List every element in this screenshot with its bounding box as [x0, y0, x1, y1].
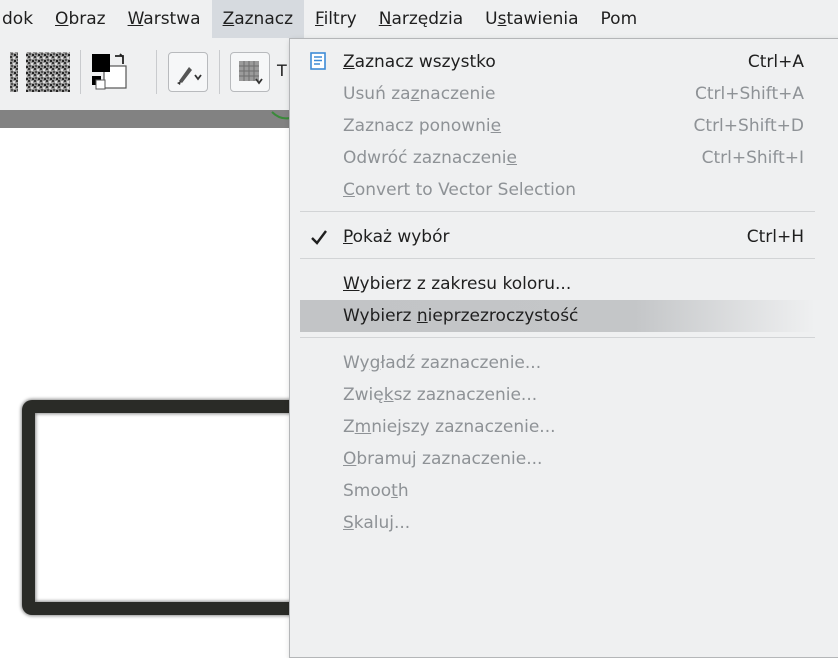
menu-item-label: Odwróć zaznaczenie: [343, 148, 517, 168]
menu-item-label: Skaluj...: [343, 513, 411, 533]
menubar-item-ustawienia[interactable]: Ustawienia: [474, 0, 589, 38]
menu-item-label: Pokaż wybór: [343, 227, 450, 247]
menu-item-convert-to-vector-selection[interactable]: Convert to Vector Selection: [300, 174, 815, 206]
toolbar-separator: [80, 50, 81, 94]
menu-item-wyg-adz-zaznaczenie[interactable]: Wygładź zaznaczenie...: [300, 347, 815, 379]
pattern-preset-button[interactable]: [230, 52, 270, 92]
menu-separator: [300, 211, 815, 212]
menu-item-label: Zmniejszy zaznaczenie...: [343, 417, 556, 437]
menu-item-obramuj-zaznaczenie[interactable]: Obramuj zaznaczenie...: [300, 443, 815, 475]
menu-item-shortcut: Ctrl+Shift+I: [701, 148, 804, 168]
brush-preset-button[interactable]: [168, 52, 208, 92]
menu-item-shortcut: Ctrl+Shift+A: [694, 84, 804, 104]
select-all-icon: [308, 51, 330, 78]
menu-item-zaznacz-ponownie[interactable]: Zaznacz ponownie Ctrl+Shift+D: [300, 110, 815, 142]
menu-item-label: Convert to Vector Selection: [343, 180, 577, 200]
menu-item-zaznacz-wszystko[interactable]: Zaznacz wszystko Ctrl+A: [300, 46, 815, 78]
menu-item-label: Obramuj zaznaczenie...: [343, 449, 543, 469]
zaznacz-dropdown-menu: Zaznacz wszystko Ctrl+A Usuń zaznaczenie Ct…: [289, 38, 838, 658]
pattern-swatch[interactable]: [10, 50, 72, 94]
menubar-item-warstwa[interactable]: Warstwa: [117, 0, 212, 38]
menu-item-shortcut: Ctrl+H: [746, 227, 804, 247]
checkmark-icon: [308, 226, 330, 253]
brush-icon: [177, 67, 202, 85]
menubar: dok Obraz Warstwa Zaznacz Filtry Narzędzia Ust…: [0, 0, 838, 39]
menubar-item-dok[interactable]: dok: [0, 0, 44, 38]
pattern-icon: [10, 52, 70, 92]
menu-item-smooth[interactable]: Smooth: [300, 475, 815, 507]
menubar-item-filtry[interactable]: Filtry: [304, 0, 368, 38]
toolbar-separator: [156, 50, 157, 94]
menu-item-odwroc-zaznaczenie[interactable]: Odwróć zaznaczenie Ctrl+Shift+I: [300, 142, 815, 174]
menu-item-zwieksz-zaznaczenie[interactable]: Zwiększ zaznaczenie...: [300, 379, 815, 411]
menu-item-usun-zaznaczenie[interactable]: Usuń zaznaczenie Ctrl+Shift+A: [300, 78, 815, 110]
menu-item-shortcut: Ctrl+A: [747, 52, 804, 72]
toolbar-partial-label: T: [277, 61, 287, 80]
menu-item-skaluj[interactable]: Skaluj...: [300, 507, 815, 539]
menu-item-wybierz-nieprzezroczystosc[interactable]: Wybierz nieprzezroczystość: [300, 300, 815, 332]
fg-bg-color-icon: [92, 53, 127, 90]
menu-item-wybierz-z-zakresu-koloru[interactable]: Wybierz z zakresu koloru...: [300, 268, 815, 300]
menu-item-label: Wygładź zaznaczenie...: [343, 353, 542, 373]
menu-item-label: Zwiększ zaznaczenie...: [343, 385, 538, 405]
menubar-item-narz-dzia[interactable]: Narzędzia: [368, 0, 474, 38]
menubar-item-obraz[interactable]: Obraz: [44, 0, 117, 38]
menu-item-zmniejszy-zaznaczenie[interactable]: Zmniejszy zaznaczenie...: [300, 411, 815, 443]
menu-item-label: Wybierz z zakresu koloru...: [343, 274, 572, 294]
menu-item-label: Usuń zaznaczenie: [343, 84, 496, 104]
menu-item-label: Wybierz nieprzezroczystość: [343, 306, 579, 326]
menubar-item-zaznacz[interactable]: Zaznacz: [211, 0, 305, 38]
toolbar-separator: [219, 50, 220, 94]
fg-bg-color-selector[interactable]: [90, 52, 132, 94]
menu-item-label: Smooth: [343, 481, 409, 501]
menu-separator: [300, 258, 815, 259]
menu-item-pokaz-wybor[interactable]: Pokaż wybór Ctrl+H: [300, 221, 815, 253]
menu-item-shortcut: Ctrl+Shift+D: [693, 116, 804, 136]
pattern-grid-icon: [239, 61, 263, 85]
menubar-item-pom[interactable]: Pom: [590, 0, 649, 38]
menu-item-label: Zaznacz wszystko: [343, 52, 496, 72]
menu-separator: [300, 337, 815, 338]
menu-item-label: Zaznacz ponownie: [343, 116, 502, 136]
